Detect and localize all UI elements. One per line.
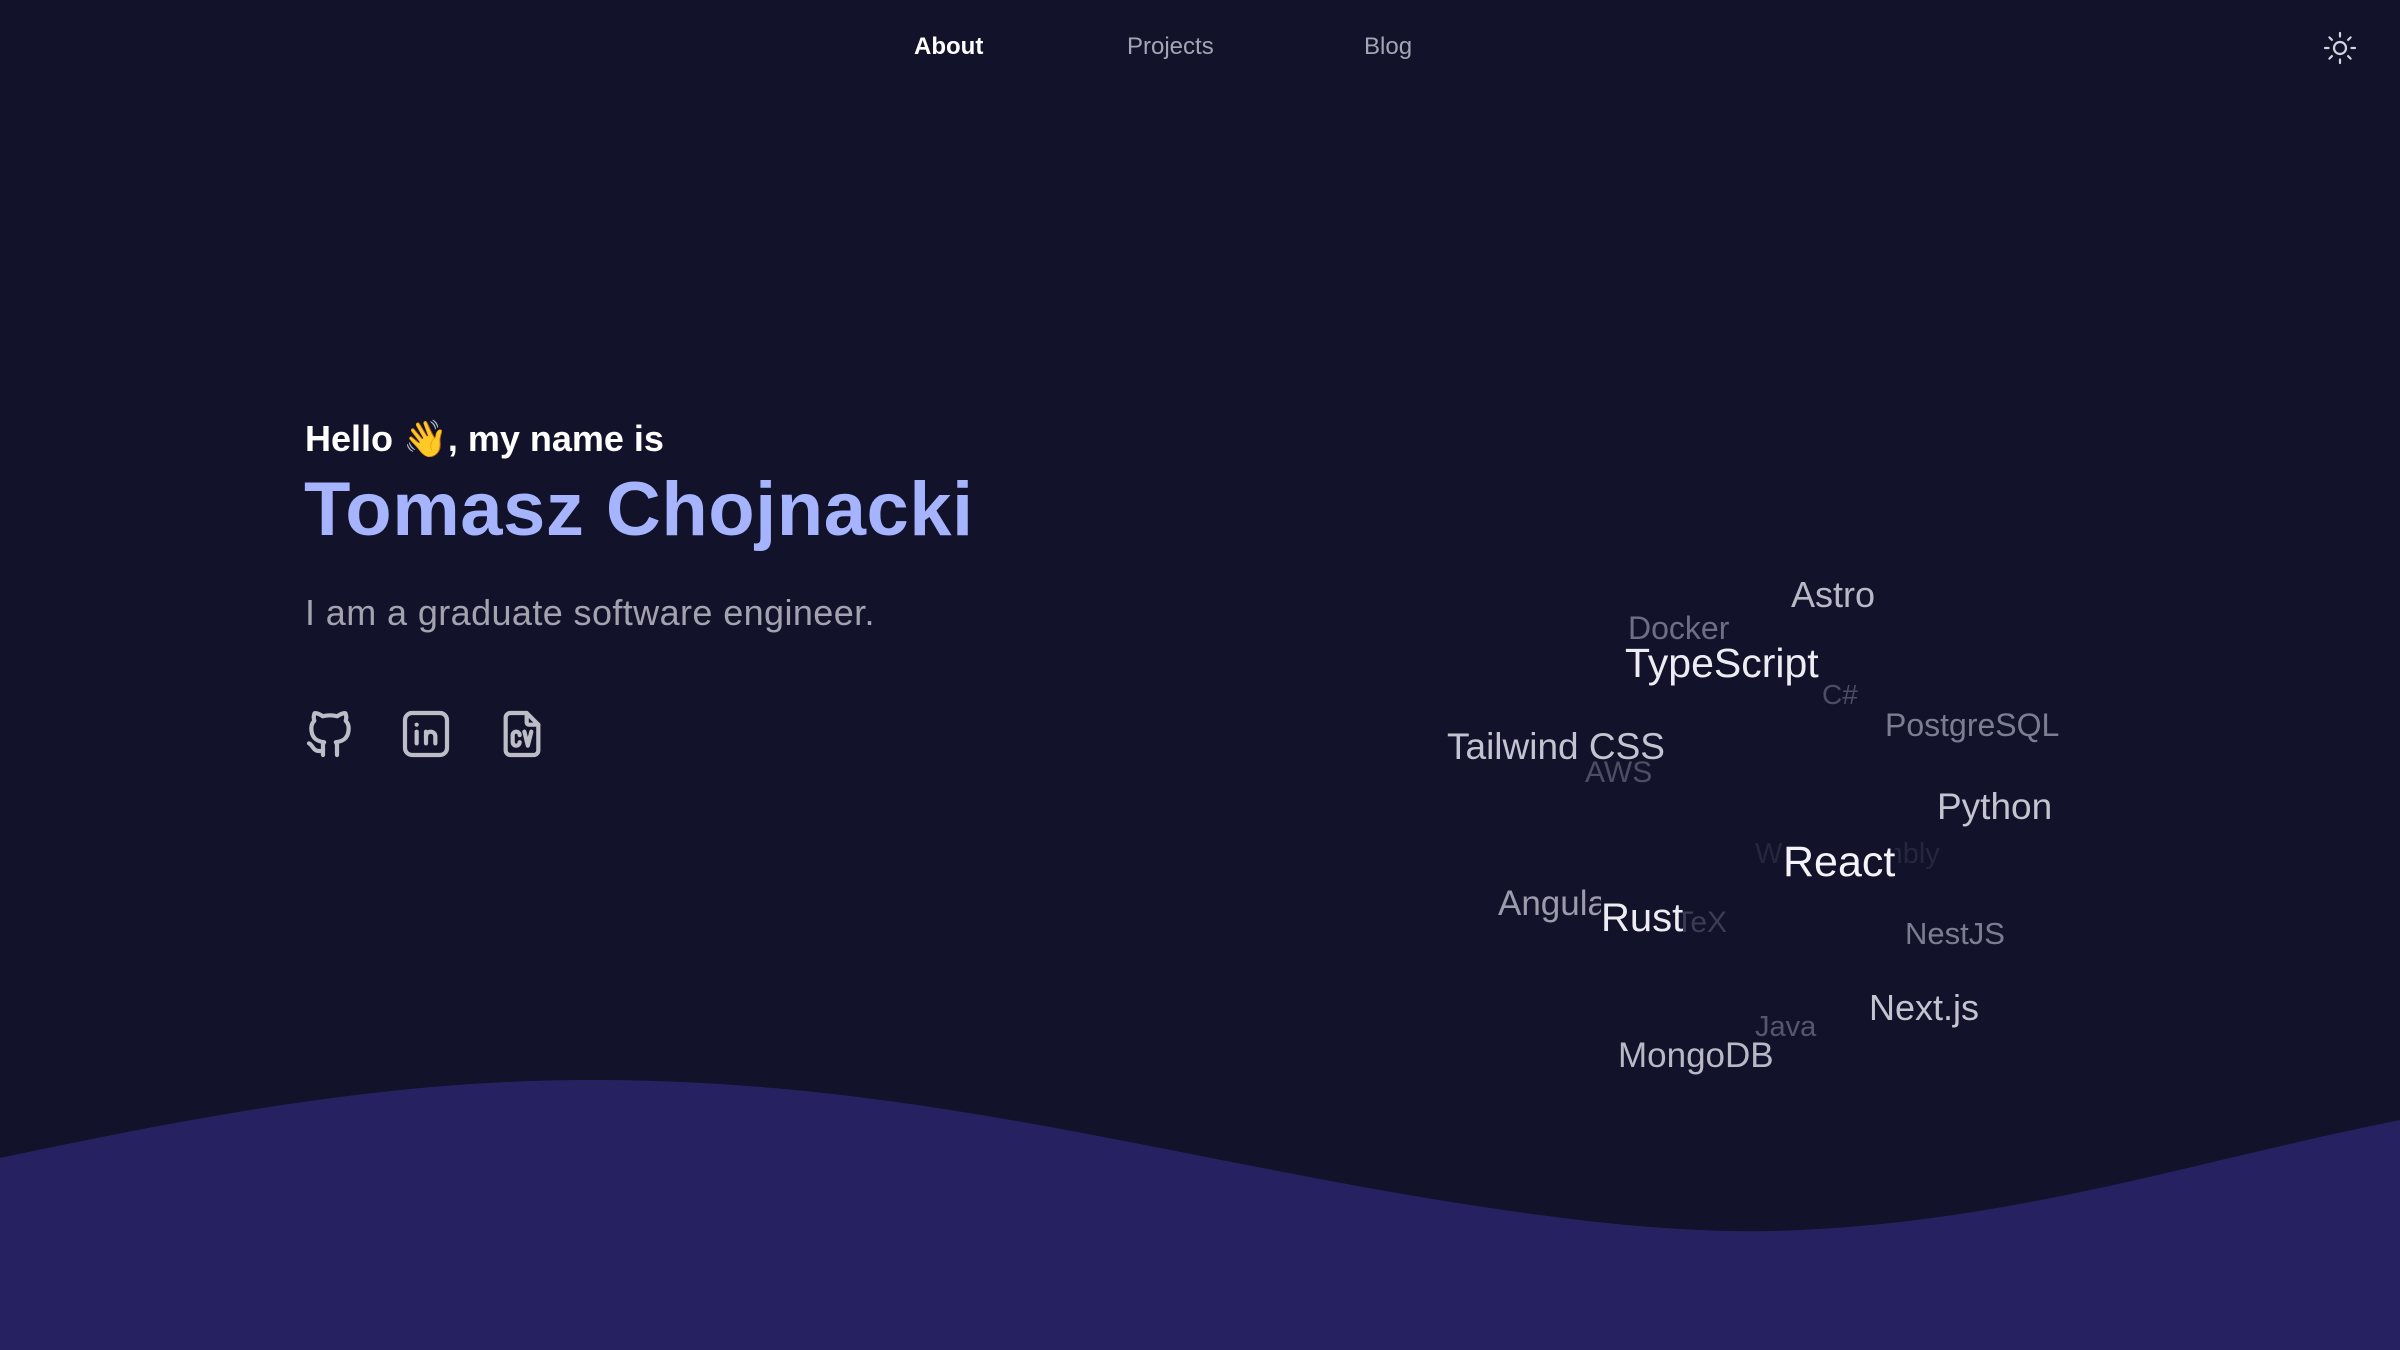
hero-name: Tomasz Chojnacki	[304, 467, 974, 552]
cv-link[interactable]	[494, 706, 550, 762]
top-nav: About Projects Blog	[0, 0, 2400, 96]
tag-astro: Astro	[1791, 574, 1876, 615]
tag-nestjs: NestJS	[1905, 916, 2005, 951]
greeting: Hello 👋, my name is	[305, 418, 664, 460]
decorative-wave	[0, 1080, 2400, 1350]
nav-link-blog[interactable]: Blog	[1364, 33, 1412, 61]
greeting-prefix: Hello	[305, 418, 404, 459]
nav-link-projects[interactable]: Projects	[1127, 33, 1214, 61]
cv-file-icon	[503, 710, 541, 758]
sun-icon	[2323, 31, 2357, 65]
tag-python: Python	[1937, 786, 2053, 827]
hero-tagline: I am a graduate software engineer.	[305, 592, 875, 633]
linkedin-link[interactable]	[398, 706, 454, 762]
greeting-suffix: , my name is	[447, 418, 664, 459]
tag-rust: Rust	[1601, 896, 1684, 941]
github-link[interactable]	[302, 706, 358, 762]
tag-react: React	[1783, 838, 1896, 887]
tag-postgresql: PostgreSQL	[1885, 707, 2060, 743]
tag-aws: AWS	[1585, 756, 1653, 789]
tag-csharp: C#	[1822, 679, 1858, 710]
page: About Projects Blog Hello 👋, my name is …	[0, 0, 2400, 1350]
theme-toggle-button[interactable]	[2322, 30, 2358, 66]
waving-hand-emoji: 👋	[403, 418, 448, 459]
github-icon	[306, 711, 351, 758]
tag-typescript: TypeScript	[1625, 640, 1819, 686]
nav-link-about[interactable]: About	[914, 33, 983, 61]
linkedin-icon	[402, 710, 450, 758]
